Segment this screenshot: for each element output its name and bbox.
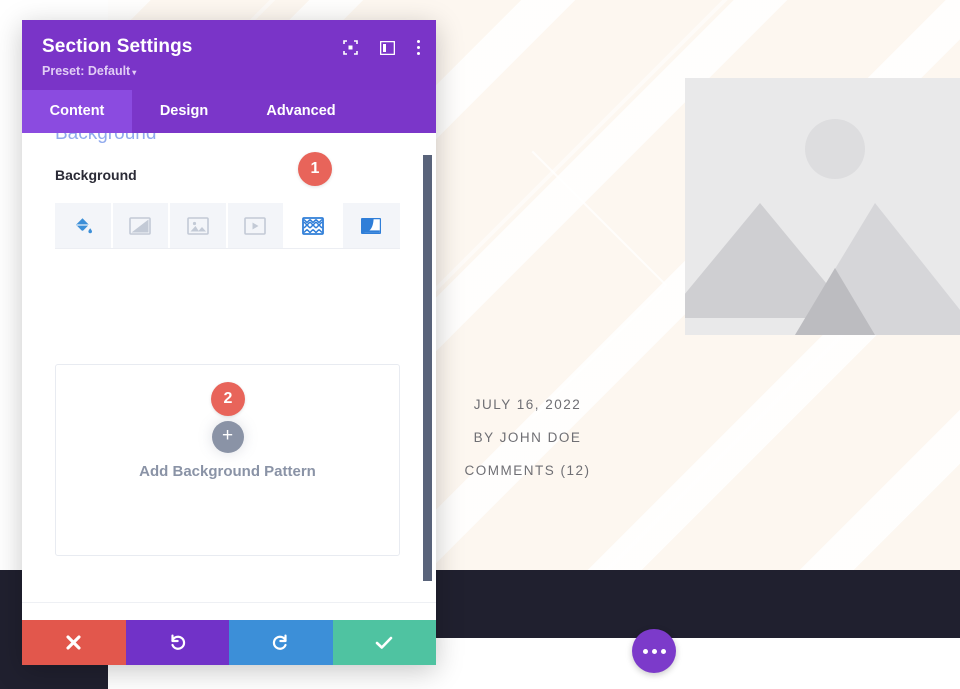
background-gradient-tab[interactable] — [112, 203, 170, 248]
pattern-icon — [301, 216, 324, 235]
chevron-down-icon: ▾ — [132, 68, 137, 77]
image-placeholder-glyph — [685, 119, 960, 335]
image-placeholder — [685, 78, 960, 335]
dropzone-label: Add Background Pattern — [139, 463, 316, 480]
modal-tabs: Content Design Advanced — [22, 90, 436, 133]
tab-advanced[interactable]: Advanced — [236, 90, 366, 133]
modal-header: Section Settings Preset: Default ▾ — [22, 20, 436, 90]
modal-scrollbar-thumb[interactable] — [423, 155, 432, 581]
tab-design[interactable]: Design — [132, 90, 236, 133]
floating-action-button[interactable] — [632, 629, 676, 673]
cancel-button[interactable] — [22, 620, 126, 665]
preset-label: Preset: Default — [42, 64, 131, 78]
background-type-tabs — [55, 203, 400, 249]
background-image-tab[interactable] — [170, 203, 228, 248]
admin-label-accordion[interactable]: Admin Label — [22, 602, 436, 620]
dot-icon — [642, 648, 648, 654]
dot-icon — [417, 40, 420, 43]
plus-icon[interactable]: + — [211, 421, 244, 453]
undo-button[interactable] — [125, 620, 229, 665]
background-pattern-tab[interactable] — [285, 203, 343, 248]
gradient-icon — [129, 216, 152, 235]
modal-body: Background Background + Add Background P… — [22, 133, 436, 620]
image-icon — [186, 216, 209, 235]
dot-icon — [651, 648, 657, 654]
redo-button[interactable] — [229, 620, 333, 665]
paint-bucket-icon — [76, 217, 92, 233]
callout-badge-1: 1 — [298, 152, 332, 186]
dot-icon — [417, 52, 420, 55]
more-options-icon[interactable] — [417, 40, 420, 55]
mask-icon — [361, 217, 382, 234]
background-color-tab[interactable] — [55, 203, 113, 248]
chevron-down-icon — [386, 618, 406, 620]
checkmark-icon — [375, 636, 393, 649]
modal-action-bar — [22, 620, 436, 665]
layout-panel-icon[interactable] — [380, 40, 395, 55]
save-button[interactable] — [332, 620, 436, 665]
video-icon — [244, 216, 267, 235]
modal-scrollbar[interactable] — [423, 133, 434, 620]
dot-icon — [660, 648, 666, 654]
background-mask-tab[interactable] — [342, 203, 400, 248]
background-video-tab[interactable] — [227, 203, 285, 248]
modal-header-icons — [343, 40, 420, 55]
preset-selector[interactable]: Preset: Default ▾ — [42, 64, 416, 78]
dropzone-content: + Add Background Pattern — [56, 421, 399, 480]
section-settings-modal: Section Settings Preset: Default ▾ Conte… — [22, 20, 436, 665]
background-field-label: Background — [55, 167, 137, 183]
focus-icon[interactable] — [343, 40, 358, 55]
redo-icon — [273, 634, 287, 650]
undo-icon — [171, 634, 185, 650]
scrolled-section-heading: Background — [55, 133, 157, 144]
screenshot-root: ...mic ...Will ...re JULY 16, 2022 BY JO… — [0, 0, 960, 689]
close-icon — [66, 635, 81, 650]
tab-content[interactable]: Content — [22, 90, 132, 133]
callout-badge-2: 2 — [211, 382, 245, 416]
dot-icon — [417, 46, 420, 49]
